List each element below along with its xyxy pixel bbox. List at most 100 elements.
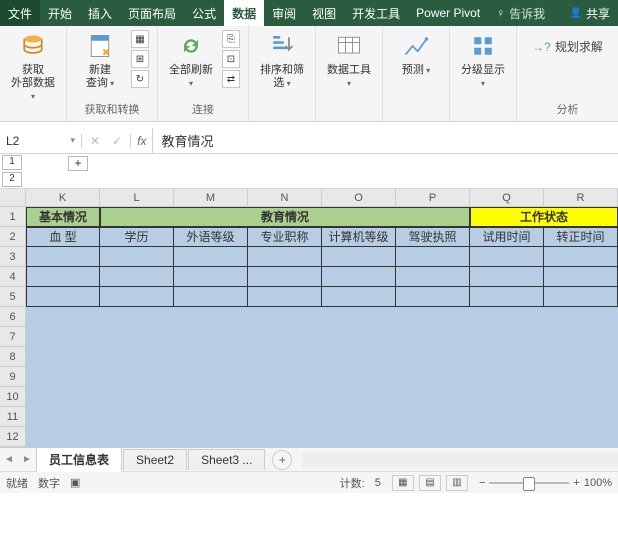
- cell[interactable]: [174, 267, 248, 287]
- row-header[interactable]: 1: [0, 207, 26, 227]
- row-header[interactable]: 3: [0, 247, 26, 267]
- cell[interactable]: [26, 407, 618, 427]
- row-header[interactable]: 9: [0, 367, 26, 387]
- cell[interactable]: 基本情况: [26, 207, 100, 227]
- zoom-slider[interactable]: [489, 482, 569, 484]
- cell[interactable]: [100, 267, 174, 287]
- zoom-out-button[interactable]: −: [479, 477, 485, 489]
- tab-dev[interactable]: 开发工具: [344, 0, 408, 26]
- cell[interactable]: [544, 287, 618, 307]
- cell[interactable]: [100, 247, 174, 267]
- recent-sources-icon[interactable]: ↻: [131, 70, 149, 88]
- cell[interactable]: [396, 247, 470, 267]
- cell[interactable]: [322, 247, 396, 267]
- cell[interactable]: [322, 287, 396, 307]
- tab-layout[interactable]: 页面布局: [120, 0, 184, 26]
- column-header[interactable]: M: [174, 189, 248, 207]
- solver-button[interactable]: 规划求解: [528, 36, 607, 57]
- cell[interactable]: 学历: [100, 227, 174, 247]
- cell[interactable]: [544, 247, 618, 267]
- connections-icon[interactable]: ⎘: [222, 30, 240, 48]
- cell[interactable]: [322, 267, 396, 287]
- cell[interactable]: [396, 267, 470, 287]
- data-tools-button[interactable]: 数据工具: [324, 30, 374, 90]
- cell[interactable]: 教育情况: [100, 207, 470, 227]
- sheet-nav-next-icon[interactable]: ►: [18, 454, 36, 465]
- cell[interactable]: [544, 267, 618, 287]
- tab-insert[interactable]: 插入: [80, 0, 120, 26]
- tab-review[interactable]: 审阅: [264, 0, 304, 26]
- properties-icon[interactable]: ⊡: [222, 50, 240, 68]
- column-header[interactable]: R: [544, 189, 618, 207]
- tab-home[interactable]: 开始: [40, 0, 80, 26]
- column-header[interactable]: Q: [470, 189, 544, 207]
- forecast-button[interactable]: 预测: [391, 30, 441, 77]
- cell[interactable]: 工作状态: [470, 207, 618, 227]
- column-header[interactable]: L: [100, 189, 174, 207]
- cell[interactable]: 试用时间: [470, 227, 544, 247]
- cell[interactable]: [26, 267, 100, 287]
- cell[interactable]: [470, 247, 544, 267]
- new-query-button[interactable]: 新建 查询: [75, 30, 125, 90]
- sort-filter-button[interactable]: 排序和筛选: [257, 30, 307, 90]
- row-header[interactable]: 12: [0, 427, 26, 447]
- cell[interactable]: [174, 247, 248, 267]
- cell[interactable]: [100, 287, 174, 307]
- row-header[interactable]: 11: [0, 407, 26, 427]
- cell[interactable]: [174, 287, 248, 307]
- enter-icon[interactable]: ✓: [110, 134, 124, 148]
- cell[interactable]: [26, 247, 100, 267]
- horizontal-scrollbar[interactable]: [302, 453, 618, 467]
- column-header[interactable]: K: [26, 189, 100, 207]
- tab-data[interactable]: 数据: [224, 0, 264, 26]
- cell[interactable]: [26, 347, 618, 367]
- sheet-tab-active[interactable]: 员工信息表: [36, 447, 122, 472]
- cell[interactable]: 驾驶执照: [396, 227, 470, 247]
- sheet-tab-2[interactable]: Sheet2: [123, 449, 187, 470]
- tab-power[interactable]: Power Pivot: [408, 0, 488, 26]
- zoom-in-button[interactable]: +: [573, 477, 579, 489]
- column-header[interactable]: N: [248, 189, 322, 207]
- row-header[interactable]: 2: [0, 227, 26, 247]
- outline-level-1[interactable]: 1: [2, 155, 22, 170]
- cell[interactable]: [248, 247, 322, 267]
- macro-record-icon[interactable]: ▣: [70, 476, 80, 489]
- zoom-value[interactable]: 100%: [584, 477, 612, 489]
- outline-expand-button[interactable]: +: [68, 156, 88, 171]
- from-table-icon[interactable]: ⊞: [131, 50, 149, 68]
- tab-tellme[interactable]: 告诉我: [488, 0, 553, 26]
- outline-level-2[interactable]: 2: [2, 172, 22, 187]
- cell[interactable]: [248, 287, 322, 307]
- row-header[interactable]: 7: [0, 327, 26, 347]
- cell[interactable]: [470, 287, 544, 307]
- column-header[interactable]: O: [322, 189, 396, 207]
- row-header[interactable]: 6: [0, 307, 26, 327]
- page-layout-view-icon[interactable]: ▤: [419, 475, 441, 491]
- tab-formula[interactable]: 公式: [184, 0, 224, 26]
- worksheet-grid[interactable]: 123456789101112 KLMNOPQR 基本情况教育情况工作状态血 型…: [0, 189, 618, 447]
- cell[interactable]: [26, 367, 618, 387]
- share-button[interactable]: 共享: [562, 0, 618, 26]
- row-header[interactable]: 4: [0, 267, 26, 287]
- cell[interactable]: [26, 287, 100, 307]
- name-box[interactable]: L2: [0, 134, 82, 148]
- normal-view-icon[interactable]: ▦: [392, 475, 414, 491]
- add-sheet-button[interactable]: +: [272, 450, 292, 470]
- cell[interactable]: [26, 427, 618, 447]
- formula-bar[interactable]: 教育情况: [153, 131, 618, 150]
- cell[interactable]: [26, 327, 618, 347]
- cell[interactable]: 计算机等级: [322, 227, 396, 247]
- get-external-data-button[interactable]: 获取 外部数据: [8, 30, 58, 104]
- subtotal-button[interactable]: 分级显示: [458, 30, 508, 90]
- row-header[interactable]: 8: [0, 347, 26, 367]
- tab-view[interactable]: 视图: [304, 0, 344, 26]
- cell[interactable]: [470, 267, 544, 287]
- cell[interactable]: 专业职称: [248, 227, 322, 247]
- row-header[interactable]: 5: [0, 287, 26, 307]
- cell[interactable]: [26, 387, 618, 407]
- cell[interactable]: 转正时间: [544, 227, 618, 247]
- cell[interactable]: [396, 287, 470, 307]
- column-header[interactable]: P: [396, 189, 470, 207]
- edit-links-icon[interactable]: ⇄: [222, 70, 240, 88]
- page-break-view-icon[interactable]: ▥: [446, 475, 468, 491]
